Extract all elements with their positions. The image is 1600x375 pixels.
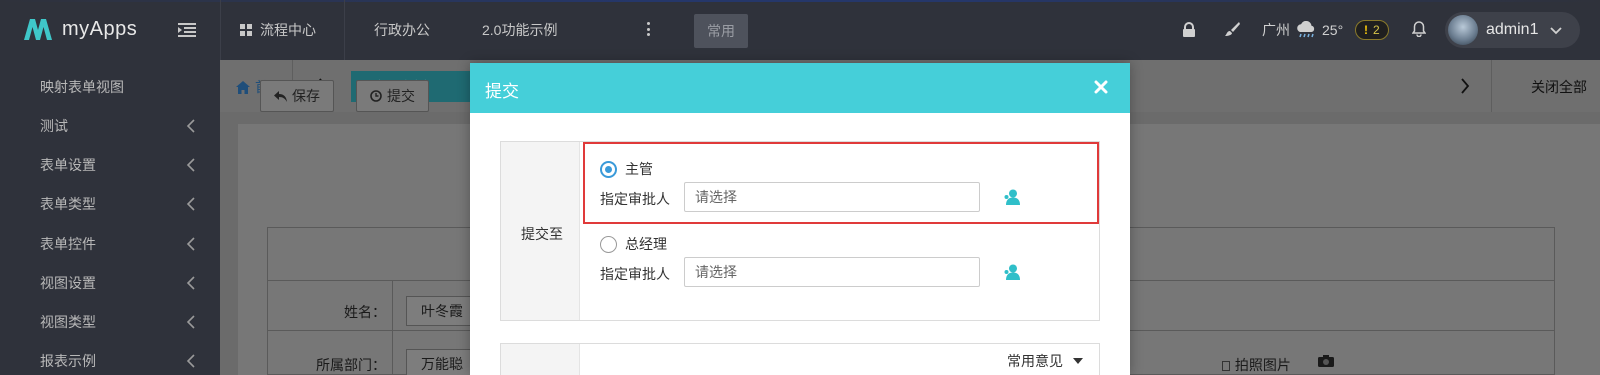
- bell-icon[interactable]: [1412, 21, 1426, 37]
- grid-icon: [240, 24, 252, 36]
- sidebar-item-label: 表单设置: [40, 157, 96, 173]
- topnav-label: 流程中心: [260, 22, 316, 38]
- user-menu[interactable]: admin1: [1445, 12, 1580, 48]
- save-button[interactable]: 保存: [260, 80, 334, 112]
- sidebar-item-label: 视图类型: [40, 314, 96, 330]
- home-icon: [236, 80, 250, 94]
- sidebar-item-label: 表单控件: [40, 236, 96, 252]
- sidebar-item-view-settings[interactable]: 视图设置: [0, 263, 220, 303]
- chevron-left-icon: [186, 354, 195, 368]
- sidebar-item-report-examples[interactable]: 报表示例: [0, 341, 220, 375]
- weather-temperature: 25°: [1322, 22, 1344, 38]
- selection-highlight: [583, 142, 1099, 224]
- chevron-left-icon: [186, 158, 195, 172]
- form-col-divider: [392, 280, 393, 375]
- tab-scroll-right-icon[interactable]: [1460, 78, 1470, 94]
- warning-icon: !: [1364, 23, 1368, 37]
- kebab-icon[interactable]: [647, 22, 651, 36]
- name-field[interactable]: 叶冬霞: [406, 296, 476, 326]
- rain-cloud-icon: [1297, 21, 1315, 38]
- warning-badge-wrap[interactable]: ! 2: [1355, 0, 1389, 60]
- option-general-manager[interactable]: 总经理: [600, 234, 667, 254]
- camera-icon[interactable]: [1318, 355, 1334, 367]
- topnav-item-process-center[interactable]: 流程中心: [240, 20, 316, 40]
- chevron-down-icon: [1550, 27, 1563, 35]
- caret-down-icon: [1073, 358, 1083, 364]
- app-logo[interactable]: myApps: [22, 16, 137, 42]
- warning-count: 2: [1373, 23, 1380, 37]
- photo-label: 拍照图片: [1234, 357, 1291, 373]
- sidebar-item-label: 测试: [40, 118, 68, 134]
- dept-field[interactable]: 万能聪: [406, 349, 476, 375]
- submit-dialog: 提交 提交至 主管 指定审批人 总经理 指定审批人 常用意见: [470, 63, 1130, 375]
- radio-unchecked[interactable]: [600, 235, 617, 253]
- dialog-title: 提交: [485, 82, 519, 101]
- common-opinion-dropdown[interactable]: 常用意见: [1007, 351, 1083, 371]
- sidebar-item-form-controls[interactable]: 表单控件: [0, 224, 220, 264]
- sidebar-item-form-settings[interactable]: 表单设置: [0, 145, 220, 185]
- sidebar-item-label: 视图设置: [40, 275, 96, 291]
- chevron-left-icon: [186, 237, 195, 251]
- chevron-left-icon: [186, 276, 195, 290]
- dialog-header: 提交: [470, 63, 1130, 113]
- chevron-left-icon: [186, 315, 195, 329]
- lock-icon[interactable]: [1182, 22, 1196, 38]
- warning-badge: ! 2: [1355, 20, 1389, 40]
- avatar: [1448, 15, 1478, 45]
- chevron-left-icon: [186, 119, 195, 133]
- opinion-section: 常用意见: [500, 343, 1100, 375]
- sidebar-item-view-types[interactable]: 视图类型: [0, 302, 220, 342]
- menu-toggle-icon[interactable]: [178, 22, 196, 38]
- brush-icon[interactable]: [1224, 21, 1240, 37]
- common-button[interactable]: 常用: [694, 14, 748, 48]
- tab-divider: [1491, 60, 1492, 112]
- sidebar-item-label: 报表示例: [40, 353, 96, 369]
- chevron-left-icon: [186, 197, 195, 211]
- submit-to-label-cell: 提交至: [501, 142, 580, 320]
- top-bar: myApps 流程中心 行政办公 2.0功能示例 常用 广州 25° ! 2 a…: [0, 0, 1600, 60]
- app-name: myApps: [62, 17, 138, 40]
- topnav-label: 2.0功能示例: [482, 22, 558, 38]
- submit-button-label: 提交: [387, 88, 415, 104]
- top-divider: [220, 0, 221, 60]
- option-label: 总经理: [625, 236, 667, 252]
- clock-icon: [370, 90, 382, 102]
- dept-label: 所属部门：: [316, 357, 386, 373]
- user-select-icon[interactable]: [1003, 264, 1021, 280]
- sidebar: 映射表单视图 测试 表单设置 表单类型 表单控件 视图设置 视图类型 报表示例: [0, 60, 220, 375]
- topnav-item-admin-office[interactable]: 行政办公: [374, 20, 430, 40]
- weather-city: 广州: [1262, 22, 1290, 38]
- sidebar-item-label: 映射表单视图: [40, 79, 124, 95]
- topnav-item-features[interactable]: 2.0功能示例: [482, 20, 557, 40]
- sidebar-item-label: 表单类型: [40, 196, 96, 212]
- close-icon[interactable]: [1094, 80, 1108, 94]
- topnav-label: 行政办公: [374, 22, 430, 38]
- sidebar-item-mapping-form-view[interactable]: 映射表单视图: [0, 67, 220, 107]
- weather-widget[interactable]: 广州 25°: [1262, 0, 1343, 60]
- logo-icon: [24, 19, 52, 40]
- top-divider: [344, 0, 345, 60]
- opinion-label-cell: [501, 344, 580, 375]
- photo-field: 拍照图片: [1222, 355, 1291, 375]
- user-name: admin1: [1486, 21, 1539, 38]
- name-label: 姓名：: [344, 304, 386, 320]
- sidebar-item-test[interactable]: 测试: [0, 106, 220, 146]
- approver-label: 指定审批人: [600, 266, 670, 282]
- submit-button[interactable]: 提交: [356, 80, 429, 112]
- broken-image-icon: [1222, 361, 1230, 371]
- common-opinion-label: 常用意见: [1007, 353, 1063, 369]
- reply-icon: [274, 90, 287, 102]
- submit-to-label: 提交至: [521, 226, 563, 242]
- approver-input-general-manager[interactable]: [684, 257, 980, 287]
- save-button-label: 保存: [292, 88, 320, 104]
- close-all-tabs[interactable]: 关闭全部: [1531, 77, 1587, 97]
- sidebar-item-form-types[interactable]: 表单类型: [0, 184, 220, 224]
